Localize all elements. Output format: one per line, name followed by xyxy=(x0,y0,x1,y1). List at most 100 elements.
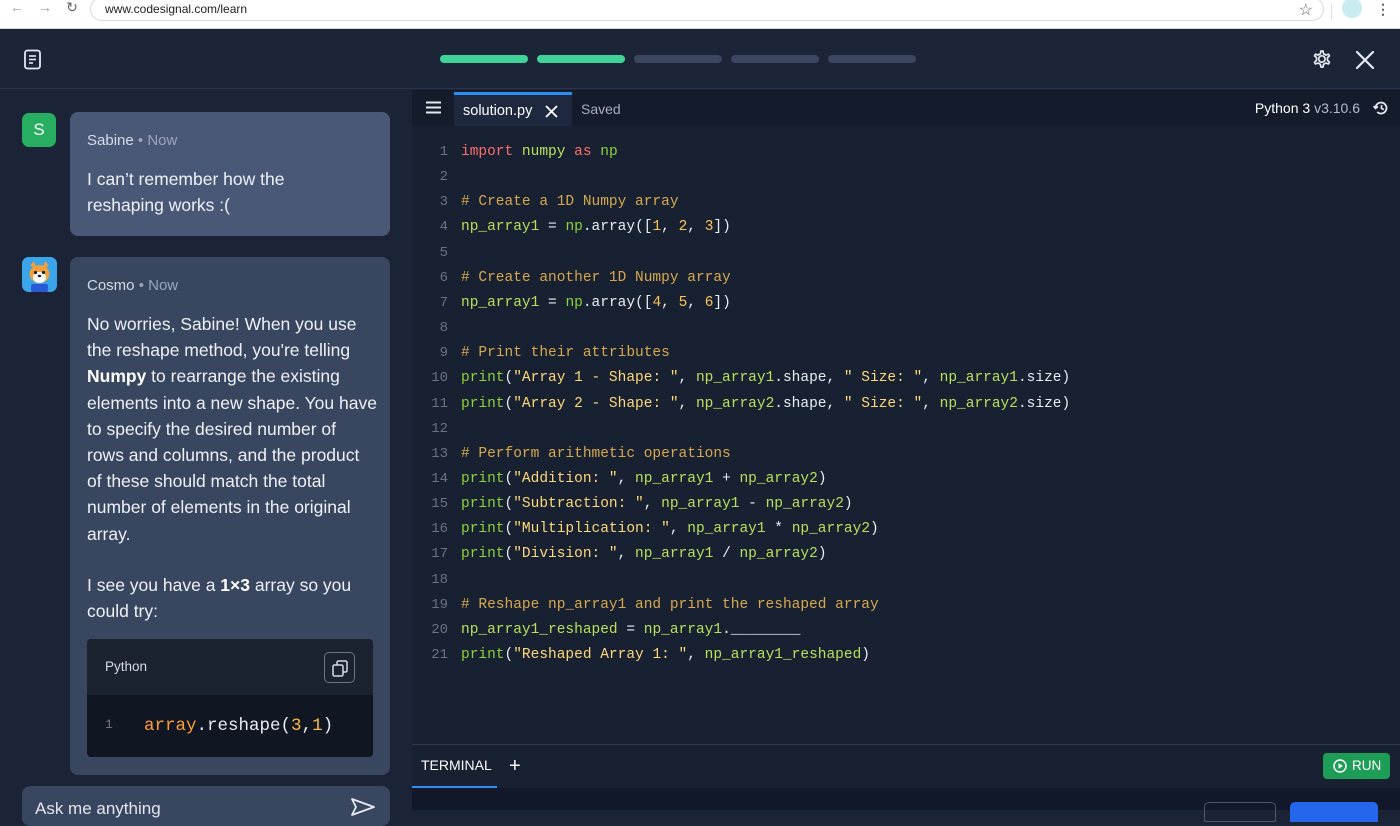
chat-input[interactable]: Ask me anything xyxy=(22,786,390,826)
app-header xyxy=(0,29,1400,89)
line-source: print("Division: ", np_array1 / np_array… xyxy=(461,546,827,563)
cosmo-message-bubble: Cosmo • Now No worries, Sabine! When you… xyxy=(70,257,390,775)
line-source: import numpy as np xyxy=(461,144,618,160)
code-line[interactable]: 12 xyxy=(412,419,1400,444)
back-icon[interactable]: ← xyxy=(4,0,30,17)
line-number: 19 xyxy=(431,596,448,613)
tab-terminal[interactable]: TERMINAL xyxy=(421,757,492,773)
editor-footer xyxy=(412,788,1400,822)
line-source: # Perform arithmetic operations xyxy=(461,445,731,462)
code-line[interactable]: 11 print("Array 2 - Shape: ", np_array2.s… xyxy=(412,394,1400,419)
line-number: 13 xyxy=(431,445,448,462)
code-line[interactable]: 13 # Perform arithmetic operations xyxy=(412,444,1400,469)
user-message-meta: Sabine • Now xyxy=(87,132,178,149)
cosmo-message-meta: Cosmo • Now xyxy=(87,277,179,294)
user-name: Sabine xyxy=(87,132,134,149)
line-number: 4 xyxy=(439,219,448,236)
line-number: 2 xyxy=(439,169,448,186)
code-snippet-language: Python xyxy=(105,659,148,674)
code-editor: solution.py Saved Python 3 v3.10.6 1 impo… xyxy=(412,90,1400,822)
code-line[interactable]: 17 print("Division: ", np_array1 / np_arr… xyxy=(412,544,1400,569)
progress-segment xyxy=(828,55,916,63)
code-line[interactable]: 7 np_array1 = np.array([4, 5, 6]) xyxy=(412,293,1400,318)
line-source: print("Array 1 - Shape: ", np_array1.sha… xyxy=(461,370,1071,387)
code-snippet-header: Python xyxy=(87,639,373,695)
line-number: 1 xyxy=(439,144,448,160)
close-icon[interactable] xyxy=(1355,50,1375,70)
line-number: 17 xyxy=(431,546,448,563)
notes-icon[interactable] xyxy=(22,49,43,70)
play-circle-icon xyxy=(1333,759,1347,773)
hamburger-icon[interactable] xyxy=(426,101,441,114)
line-number: 5 xyxy=(439,244,448,261)
profile-avatar[interactable] xyxy=(1342,0,1362,18)
line-source: # Print their attributes xyxy=(461,345,670,362)
cosmo-face-icon xyxy=(22,257,57,292)
chat-input-placeholder: Ask me anything xyxy=(35,799,161,818)
forward-icon[interactable]: → xyxy=(32,0,58,17)
tab-close-icon[interactable] xyxy=(545,105,558,118)
progress-segment xyxy=(634,55,722,63)
bold-shape: 1×3 xyxy=(220,575,250,595)
lesson-progress xyxy=(440,55,916,63)
tab-solution-py[interactable]: solution.py xyxy=(454,92,572,126)
code-line[interactable]: 21 print("Reshaped Array 1: ", np_array1_… xyxy=(412,645,1400,670)
language-selector[interactable]: Python 3 v3.10.6 xyxy=(1255,100,1360,116)
browser-menu-icon[interactable]: ⋮ xyxy=(1376,1,1390,18)
code-line[interactable]: 14 print("Addition: ", np_array1 + np_arr… xyxy=(412,469,1400,494)
code-line[interactable]: 2 xyxy=(412,167,1400,192)
line-source: np_array1 = np.array([1, 2, 3]) xyxy=(461,219,731,236)
line-number: 11 xyxy=(431,395,448,412)
code-line[interactable]: 18 xyxy=(412,570,1400,595)
code-line[interactable]: 1 import numpy as np xyxy=(412,142,1400,167)
chat-panel: S Sabine • Now I can’t remember how the … xyxy=(0,90,412,826)
code-line[interactable]: 9 # Print their attributes xyxy=(412,343,1400,368)
line-source: # Create another 1D Numpy array xyxy=(461,269,731,286)
copy-icon xyxy=(332,660,348,677)
address-bar[interactable]: www.codesignal.com/learn ☆ xyxy=(90,0,1324,21)
progress-segment xyxy=(731,55,819,63)
bookmark-star-icon[interactable]: ☆ xyxy=(1299,0,1313,20)
cosmo-paragraph-2: I see you have a 1×3 array so you could … xyxy=(87,575,352,622)
line-source: # Reshape np_array1 and print the reshap… xyxy=(461,596,879,613)
code-line[interactable]: 15 print("Subtraction: ", np_array1 - np_… xyxy=(412,494,1400,519)
line-number: 18 xyxy=(431,571,448,588)
code-line[interactable]: 19 # Reshape np_array1 and print the resh… xyxy=(412,595,1400,620)
reload-icon[interactable]: ↻ xyxy=(59,0,85,17)
code-line[interactable]: 16 print("Multiplication: ", np_array1 * … xyxy=(412,519,1400,544)
user-avatar: S xyxy=(22,113,56,147)
line-number: 10 xyxy=(431,370,448,387)
gear-icon[interactable] xyxy=(1308,46,1334,72)
copy-button[interactable] xyxy=(324,652,355,683)
code-line[interactable]: 5 xyxy=(412,243,1400,268)
line-number: 8 xyxy=(439,320,448,337)
cosmo-paragraph-1: No worries, Sabine! When you use the res… xyxy=(87,314,377,544)
browser-toolbar: ← → ↻ www.codesignal.com/learn ☆ ⋮ xyxy=(0,0,1400,29)
file-tab-label: solution.py xyxy=(463,103,533,119)
line-source: print("Multiplication: ", np_array1 * np… xyxy=(461,521,879,538)
code-line[interactable]: 6 # Create another 1D Numpy array xyxy=(412,268,1400,293)
run-button[interactable]: RUN xyxy=(1323,753,1390,779)
bold-numpy: Numpy xyxy=(87,366,147,387)
code-line[interactable]: 8 xyxy=(412,318,1400,343)
snippet-code-line: array.reshape(3,1) xyxy=(144,716,334,736)
code-line[interactable]: 20 np_array1_reshaped = np_array1._______… xyxy=(412,620,1400,645)
line-number: 15 xyxy=(431,496,448,513)
code-snippet: Python 1 array.reshape(3,1) xyxy=(87,639,373,757)
url-text: www.codesignal.com/learn xyxy=(105,2,248,16)
cosmo-message-time: Now xyxy=(148,277,179,294)
progress-segment xyxy=(440,55,528,63)
line-source: np_array1 = np.array([4, 5, 6]) xyxy=(461,294,731,311)
code-line[interactable]: 4 np_array1 = np.array([1, 2, 3]) xyxy=(412,217,1400,242)
footer-primary-button[interactable] xyxy=(1290,802,1378,822)
send-icon[interactable] xyxy=(350,797,376,817)
code-line[interactable]: 10 print("Array 1 - Shape: ", np_array1.s… xyxy=(412,368,1400,393)
footer-secondary-button[interactable] xyxy=(1204,802,1276,822)
code-line[interactable]: 3 # Create a 1D Numpy array xyxy=(412,192,1400,217)
cosmo-avatar xyxy=(22,257,57,292)
line-number: 7 xyxy=(439,294,448,311)
add-tab-icon[interactable]: + xyxy=(509,756,521,776)
line-source: print("Addition: ", np_array1 + np_array… xyxy=(461,470,827,487)
line-source: np_array1_reshaped = np_array1.________ xyxy=(461,621,801,638)
history-icon[interactable] xyxy=(1372,99,1390,117)
